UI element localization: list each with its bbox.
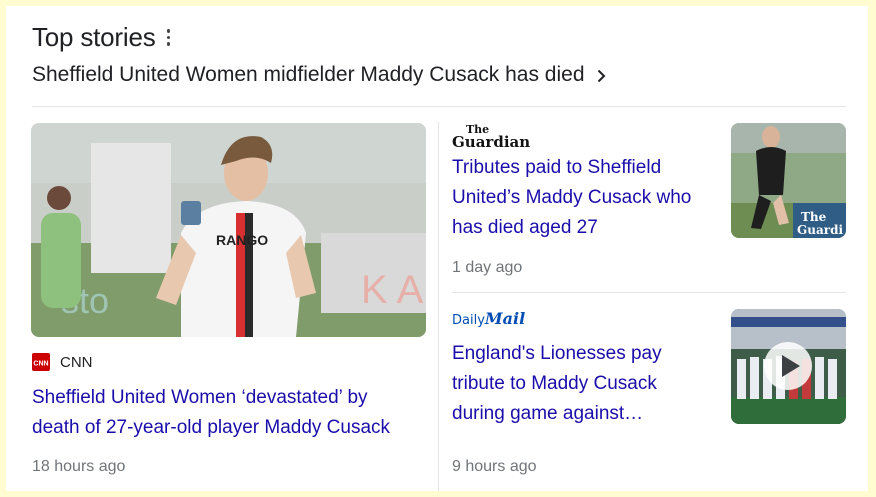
top-stories-header: Top stories xyxy=(32,22,174,53)
soccer-player-image: K A sto RANGO xyxy=(31,123,426,337)
source-name: CNN xyxy=(60,353,93,371)
shirt-sponsor-text: RANGO xyxy=(216,232,268,248)
story-time: 1 day ago xyxy=(452,259,523,276)
story-title-line: during game against… xyxy=(452,403,644,424)
divider xyxy=(32,106,846,107)
headline-link[interactable]: Sheffield United Women midfielder Maddy … xyxy=(32,63,606,87)
column-divider xyxy=(438,122,439,491)
story-title-line: United’s Maddy Cusack who xyxy=(452,187,692,208)
story-video-thumb-daily-mail[interactable] xyxy=(731,309,846,424)
story-thumb-guardian[interactable]: The Guardi xyxy=(731,123,846,238)
cnn-logo-icon: CNN xyxy=(32,353,50,371)
daily-mail-logo-icon: DailyMail xyxy=(452,309,526,328)
svg-text:Guardi: Guardi xyxy=(797,223,843,237)
chevron-right-icon xyxy=(597,69,605,83)
story-time: 18 hours ago xyxy=(32,458,126,475)
story-title-line: death of 27-year-old player Maddy Cusack xyxy=(32,417,391,438)
story-title-line: England's Lionesses pay xyxy=(452,343,662,364)
svg-text:K A: K A xyxy=(361,268,424,312)
story-title-guardian[interactable]: Tributes paid to Sheffield United’s Madd… xyxy=(452,153,722,243)
story-divider xyxy=(452,292,846,293)
svg-text:The: The xyxy=(801,210,827,224)
more-vert-icon[interactable] xyxy=(164,28,174,48)
story-title-line: Sheffield United Women ‘devastated’ by xyxy=(32,387,368,408)
story-title-daily-mail[interactable]: England's Lionesses pay tribute to Maddy… xyxy=(452,339,722,429)
story-time: 9 hours ago xyxy=(452,458,537,475)
story-title-line: tribute to Maddy Cusack xyxy=(452,373,657,394)
headline-text: Sheffield United Women midfielder Maddy … xyxy=(32,63,585,86)
story-title-line: Tributes paid to Sheffield xyxy=(452,157,662,178)
story-title-line: has died aged 27 xyxy=(452,217,598,238)
guardian-logo-icon: The Guardian xyxy=(452,123,531,151)
svg-text:CNN: CNN xyxy=(33,361,48,368)
section-title: Top stories xyxy=(32,22,156,52)
play-icon[interactable] xyxy=(763,341,813,391)
story-title-cnn[interactable]: Sheffield United Women ‘devastated’ by d… xyxy=(32,383,432,443)
top-stories-card: Top stories Sheffield United Women midfi… xyxy=(6,6,868,491)
source-cnn: CNN CNN xyxy=(32,353,93,371)
story-image-cnn[interactable]: K A sto RANGO xyxy=(31,123,426,337)
